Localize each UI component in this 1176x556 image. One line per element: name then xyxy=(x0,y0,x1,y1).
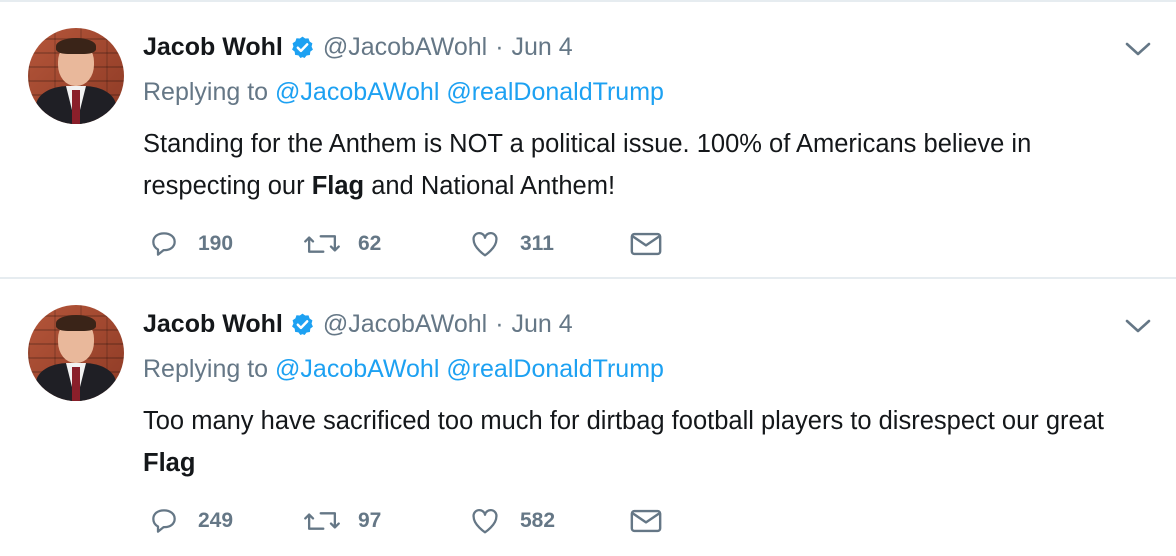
reply-bubble-icon xyxy=(152,232,176,256)
heart-icon xyxy=(472,508,498,534)
tweet-text-bold: Flag xyxy=(311,172,365,200)
like-button[interactable]: 582 xyxy=(468,503,555,539)
tweet-text-bold: Flag xyxy=(143,449,196,477)
like-count: 582 xyxy=(520,509,556,532)
chevron-down-icon[interactable] xyxy=(1124,317,1152,335)
tweet-header: Jacob Wohl @JacobAWohl · Jun 4 xyxy=(143,307,573,341)
reply-count: 190 xyxy=(198,232,234,255)
tweet[interactable]: Jacob Wohl @JacobAWohl · Jun 4 Replying … xyxy=(0,2,1176,278)
like-button[interactable]: 311 xyxy=(468,226,554,262)
mention-link[interactable]: @JacobAWohl xyxy=(275,355,439,383)
author-handle[interactable]: @JacobAWohl xyxy=(323,33,487,62)
heart-icon xyxy=(472,231,498,257)
direct-message-button[interactable] xyxy=(629,503,663,539)
author-name[interactable]: Jacob Wohl xyxy=(143,33,283,62)
envelope-icon xyxy=(630,509,662,533)
tweet-text: Too many have sacrificed too much for di… xyxy=(143,400,1153,484)
verified-badge-icon xyxy=(291,313,313,335)
retweet-count: 62 xyxy=(358,232,382,255)
meta-separator: · xyxy=(495,32,504,61)
replying-prefix: Replying to xyxy=(143,355,269,383)
tweet-date[interactable]: Jun 4 xyxy=(512,310,573,339)
reply-button[interactable]: 249 xyxy=(148,503,233,539)
replying-prefix: Replying to xyxy=(143,78,269,106)
meta-separator: · xyxy=(495,309,504,338)
tweet-header: Jacob Wohl @JacobAWohl · Jun 4 xyxy=(143,30,573,64)
retweet-icon xyxy=(304,512,340,530)
retweet-icon xyxy=(304,235,340,253)
envelope-icon xyxy=(630,232,662,256)
mention-link[interactable]: @JacobAWohl xyxy=(275,78,439,106)
reply-bubble-icon xyxy=(152,509,176,533)
author-handle[interactable]: @JacobAWohl xyxy=(323,310,487,339)
tweet[interactable]: Jacob Wohl @JacobAWohl · Jun 4 Replying … xyxy=(0,279,1176,555)
retweet-button[interactable]: 97 xyxy=(304,503,381,539)
replying-to: Replying to @JacobAWohl @realDonaldTrump xyxy=(143,355,664,384)
mention-link[interactable]: @realDonaldTrump xyxy=(446,78,664,106)
retweet-count: 97 xyxy=(358,509,382,532)
tweet-text: Standing for the Anthem is NOT a politic… xyxy=(143,123,1153,207)
author-name[interactable]: Jacob Wohl xyxy=(143,310,283,339)
reply-button[interactable]: 190 xyxy=(148,226,233,262)
replying-to: Replying to @JacobAWohl @realDonaldTrump xyxy=(143,78,664,107)
mention-link[interactable]: @realDonaldTrump xyxy=(446,355,664,383)
tweet-text-part: Too many have sacrificed too much for di… xyxy=(143,407,1104,435)
avatar[interactable] xyxy=(28,305,124,401)
tweet-text-part: and National Anthem! xyxy=(364,172,616,200)
chevron-down-icon[interactable] xyxy=(1124,40,1152,58)
retweet-button[interactable]: 62 xyxy=(304,226,381,262)
direct-message-button[interactable] xyxy=(629,226,663,262)
tweet-feed: Jacob Wohl @JacobAWohl · Jun 4 Replying … xyxy=(0,0,1176,556)
avatar[interactable] xyxy=(28,28,124,124)
tweet-date[interactable]: Jun 4 xyxy=(512,33,573,62)
verified-badge-icon xyxy=(291,36,313,58)
like-count: 311 xyxy=(520,232,554,255)
reply-count: 249 xyxy=(198,509,234,532)
